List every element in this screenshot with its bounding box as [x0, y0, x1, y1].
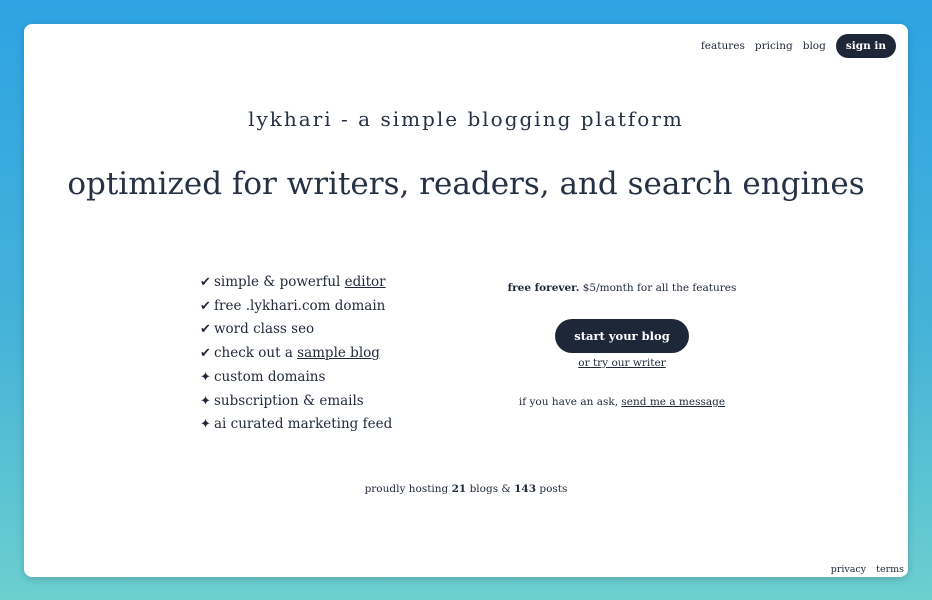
nav-link-features[interactable]: features [701, 40, 745, 52]
pricing-bold: free forever. [507, 282, 580, 294]
check-icon: ✔ [200, 322, 211, 338]
feature-text: free .lykhari.com domain [214, 297, 386, 314]
list-item: ✦ ai curated marketing feed [200, 413, 392, 437]
check-icon: ✔ [200, 275, 211, 290]
feature-text: ai curated marketing feed [214, 416, 393, 433]
sparkle-icon: ✦ [200, 393, 211, 409]
sparkle-icon: ✦ [200, 417, 211, 433]
sign-in-button[interactable]: sign in [835, 34, 896, 58]
hosting-stats: proudly hosting 21 blogs & 143 posts [24, 483, 908, 495]
stats-middle: blogs & [466, 483, 515, 495]
privacy-link[interactable]: privacy [831, 564, 866, 575]
feature-list: ✔ simple & powerful editor ✔ free .lykhari… [200, 271, 392, 437]
feature-text: custom domains [214, 368, 326, 385]
list-item: ✔ free .lykhari.com domain [200, 295, 392, 319]
feature-text: simple & powerful [214, 274, 345, 290]
site-title: lykhari - a simple blogging platform [248, 107, 684, 131]
terms-link[interactable]: terms [876, 564, 904, 575]
blog-count: 21 [451, 483, 467, 495]
cta-panel: free forever. $5/month for all the featu… [454, 282, 790, 408]
list-item: ✔ word class seo [200, 318, 392, 342]
try-writer-link[interactable]: or try our writer [578, 357, 665, 369]
send-message-link[interactable]: send me a message [621, 396, 725, 408]
nav-link-blog[interactable]: blog [803, 40, 826, 52]
list-item: ✦ custom domains [200, 366, 392, 390]
post-count: 143 [514, 483, 537, 495]
feature-text: check out a [214, 345, 298, 362]
tagline: optimized for writers, readers, and sear… [67, 166, 865, 202]
pricing-line: free forever. $5/month for all the featu… [454, 282, 790, 294]
top-nav: features pricing blog sign in [701, 34, 896, 58]
sparkle-icon: ✦ [200, 369, 211, 385]
list-item: ✦ subscription & emails [200, 390, 392, 414]
ask-prefix: if you have an ask, [518, 396, 622, 408]
ask-line: if you have an ask, send me a message [454, 396, 790, 408]
feature-text: subscription & emails [214, 392, 364, 409]
sample-blog-link[interactable]: sample blog [297, 345, 380, 361]
list-item: ✔ check out a sample blog [200, 342, 392, 366]
footer-links: privacy terms [831, 564, 904, 575]
pricing-rest: $5/month for all the features [579, 282, 737, 294]
editor-link[interactable]: editor [345, 274, 386, 290]
stats-suffix: posts [536, 483, 568, 495]
nav-link-pricing[interactable]: pricing [755, 40, 793, 52]
stats-prefix: proudly hosting [364, 483, 452, 495]
feature-text: word class seo [214, 321, 315, 338]
check-icon: ✔ [200, 346, 211, 362]
check-icon: ✔ [200, 298, 211, 314]
page-card: features pricing blog sign in lykhari - … [24, 24, 908, 577]
list-item: ✔ simple & powerful editor [200, 271, 392, 295]
start-blog-button[interactable]: start your blog [555, 319, 689, 353]
